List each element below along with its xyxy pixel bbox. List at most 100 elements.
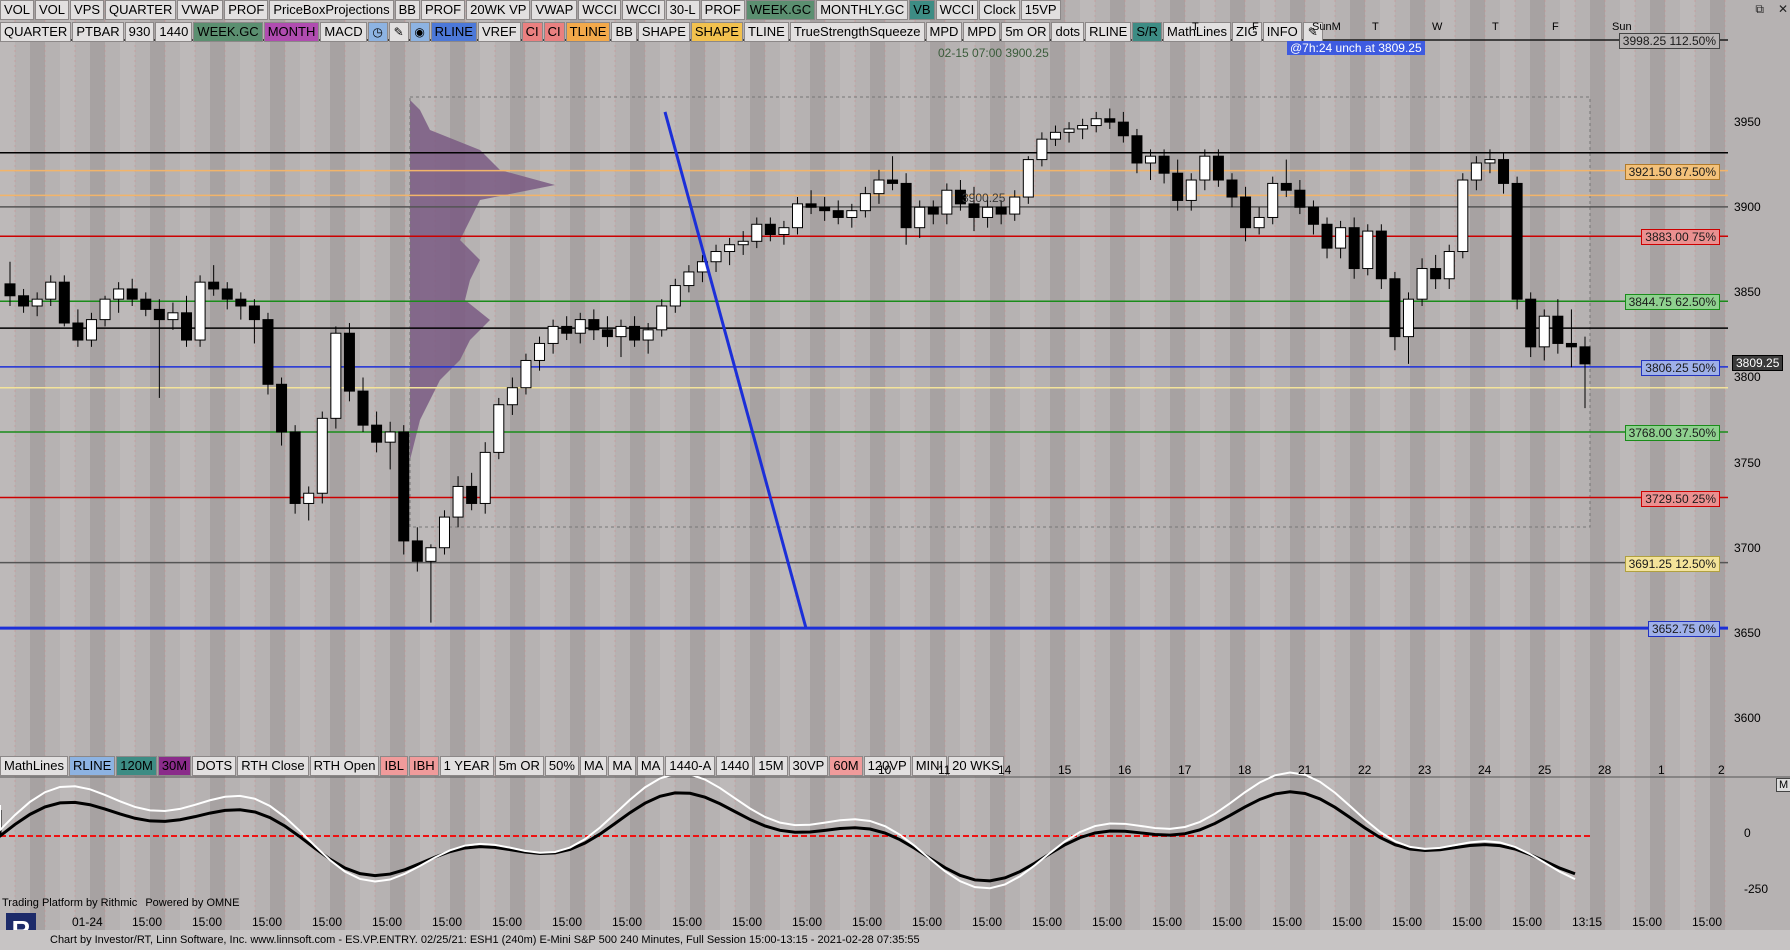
top-toolbar-button-6[interactable]: PriceBoxProjections — [269, 0, 394, 20]
time-label: 15:00 — [372, 915, 403, 929]
bottom-toolbar-button-1[interactable]: RLINE — [68, 756, 116, 776]
top-toolbar-button-5[interactable]: PROF — [224, 0, 269, 20]
second-toolbar-button-25[interactable]: S/R — [1132, 22, 1163, 42]
bottom-toolbar-button-12[interactable]: MA — [579, 756, 608, 776]
top-toolbar-button-8[interactable]: PROF — [420, 0, 466, 20]
level-label: 3768.00 37.50% — [1624, 424, 1720, 441]
second-toolbar-button-14[interactable]: TLINE — [565, 22, 611, 42]
second-toolbar-button-9[interactable]: ◉ — [409, 22, 430, 42]
bottom-toolbar-button-14[interactable]: MA — [636, 756, 665, 776]
date-label: 2 — [1718, 763, 1725, 777]
restore-icon[interactable]: ⧉ — [1755, 2, 1764, 17]
second-toolbar-button-7[interactable]: ◷ — [367, 22, 388, 42]
second-toolbar-button-8[interactable]: ✎ — [388, 22, 409, 42]
candle — [58, 275, 70, 327]
top-toolbar-button-9[interactable]: 20WK VP — [466, 0, 531, 20]
top-toolbar-button-13[interactable]: 30-L — [665, 0, 700, 20]
bottom-toolbar-button-11[interactable]: 50% — [544, 756, 579, 776]
top-toolbar-button-19[interactable]: Clock — [979, 0, 1020, 20]
second-toolbar-button-11[interactable]: VREF — [477, 22, 521, 42]
second-toolbar-button-23[interactable]: dots — [1051, 22, 1085, 42]
second-toolbar-button-16[interactable]: SHAPE — [637, 22, 690, 42]
second-toolbar-button-17[interactable]: SHAPE — [690, 22, 743, 42]
bottom-toolbar-button-13[interactable]: MA — [608, 756, 636, 776]
close-icon[interactable]: ✕ — [1778, 2, 1788, 17]
day-label: Sun — [1612, 21, 1632, 33]
level-label: 3691.25 12.50% — [1624, 555, 1720, 572]
time-label: 15:00 — [852, 915, 883, 929]
second-toolbar-button-20[interactable]: MPD — [925, 22, 963, 42]
time-label: 15:00 — [972, 915, 1003, 929]
price-tick: 3950 — [1734, 115, 1761, 130]
chart-canvas[interactable] — [0, 0, 1790, 930]
candle — [1185, 173, 1197, 211]
second-toolbar-button-12[interactable]: CI — [521, 22, 543, 42]
second-toolbar-button-21[interactable]: MPD — [963, 22, 1001, 42]
second-toolbar-button-13[interactable]: CI — [543, 22, 565, 42]
bottom-toolbar-button-18[interactable]: 30VP — [788, 756, 829, 776]
second-toolbar-button-28[interactable]: INFO — [1262, 22, 1302, 42]
top-toolbar-button-7[interactable]: BB — [394, 0, 420, 20]
second-toolbar-button-4[interactable]: WEEK.GC — [193, 22, 263, 42]
bottom-toolbar-button-16[interactable]: 1440 — [716, 756, 754, 776]
bottom-toolbar-button-19[interactable]: 60M — [829, 756, 863, 776]
indicator-tick: -250 — [1744, 882, 1769, 896]
second-toolbar-button-24[interactable]: RLINE — [1085, 22, 1132, 42]
second-toolbar-button-5[interactable]: MONTH — [263, 22, 320, 42]
second-toolbar-button-1[interactable]: PTBAR — [72, 22, 124, 42]
bottom-toolbar-button-17[interactable]: 15M — [754, 756, 788, 776]
second-toolbar-button-15[interactable]: BB — [611, 22, 637, 42]
top-toolbar-button-16[interactable]: MONTHLY.GC — [816, 0, 909, 20]
top-toolbar-button-2[interactable]: VPS — [70, 0, 105, 20]
candle — [764, 217, 776, 242]
second-toolbar-button-0[interactable]: QUARTER — [0, 22, 72, 42]
bottom-toolbar-button-0[interactable]: MathLines — [0, 756, 68, 776]
candle — [466, 472, 478, 511]
bottom-toolbar-button-10[interactable]: 5m OR — [494, 756, 544, 776]
indicator-menu-button[interactable]: M — [1776, 778, 1790, 792]
top-toolbar-button-0[interactable]: VOL — [0, 0, 35, 20]
second-toolbar-button-22[interactable]: 5m OR — [1001, 22, 1051, 42]
candle — [1036, 132, 1048, 167]
top-toolbar-button-20[interactable]: 15VP — [1020, 0, 1061, 20]
time-label: 15:00 — [792, 915, 823, 929]
second-toolbar-button-2[interactable]: 930 — [124, 22, 155, 42]
bottom-toolbar-button-15[interactable]: 1440-A — [665, 756, 716, 776]
second-toolbar-button-10[interactable]: RLINE — [430, 22, 477, 42]
bottom-toolbar-button-8[interactable]: IBH — [409, 756, 439, 776]
second-toolbar-button-19[interactable]: TrueStrengthSqueeze — [789, 22, 925, 42]
date-label: 18 — [1238, 763, 1252, 777]
candle — [859, 186, 871, 218]
bottom-toolbar-button-22[interactable]: 20 WKS — [948, 756, 1004, 776]
day-label: SunM — [1312, 21, 1341, 33]
indicator-pane — [0, 778, 1728, 898]
top-toolbar-button-12[interactable]: WCCI — [621, 0, 665, 20]
candle — [316, 411, 328, 504]
bottom-toolbar-button-6[interactable]: RTH Open — [309, 756, 380, 776]
second-toolbar-button-3[interactable]: 1440 — [155, 22, 193, 42]
top-toolbar-button-14[interactable]: PROF — [700, 0, 745, 20]
candle — [262, 312, 274, 395]
bottom-toolbar-button-5[interactable]: RTH Close — [237, 756, 309, 776]
top-toolbar-button-17[interactable]: VB — [909, 0, 935, 20]
second-toolbar-button-6[interactable]: MACD — [320, 22, 367, 42]
bottom-toolbar-button-9[interactable]: 1 YEAR — [439, 756, 494, 776]
top-toolbar-button-10[interactable]: VWAP — [531, 0, 578, 20]
crosshair-time: 02-15 07:00 — [938, 46, 1003, 60]
candle — [330, 326, 342, 429]
crosshair-price: 3900.25 — [1005, 46, 1049, 60]
second-toolbar-button-18[interactable]: TLINE — [743, 22, 789, 42]
candle — [1307, 200, 1319, 235]
candle — [1457, 173, 1469, 259]
top-toolbar-button-1[interactable]: VOL — [35, 0, 70, 20]
bottom-toolbar-button-4[interactable]: DOTS — [192, 756, 237, 776]
bottom-toolbar-button-2[interactable]: 120M — [116, 756, 157, 776]
top-toolbar-button-3[interactable]: QUARTER — [105, 0, 177, 20]
top-toolbar-button-15[interactable]: WEEK.GC — [745, 0, 816, 20]
bottom-toolbar-button-7[interactable]: IBL — [380, 756, 408, 776]
top-toolbar-button-4[interactable]: VWAP — [177, 0, 224, 20]
candle — [289, 425, 301, 514]
top-toolbar-button-11[interactable]: WCCI — [578, 0, 621, 20]
bottom-toolbar-button-3[interactable]: 30M — [157, 756, 192, 776]
top-toolbar-button-18[interactable]: WCCI — [935, 0, 979, 20]
